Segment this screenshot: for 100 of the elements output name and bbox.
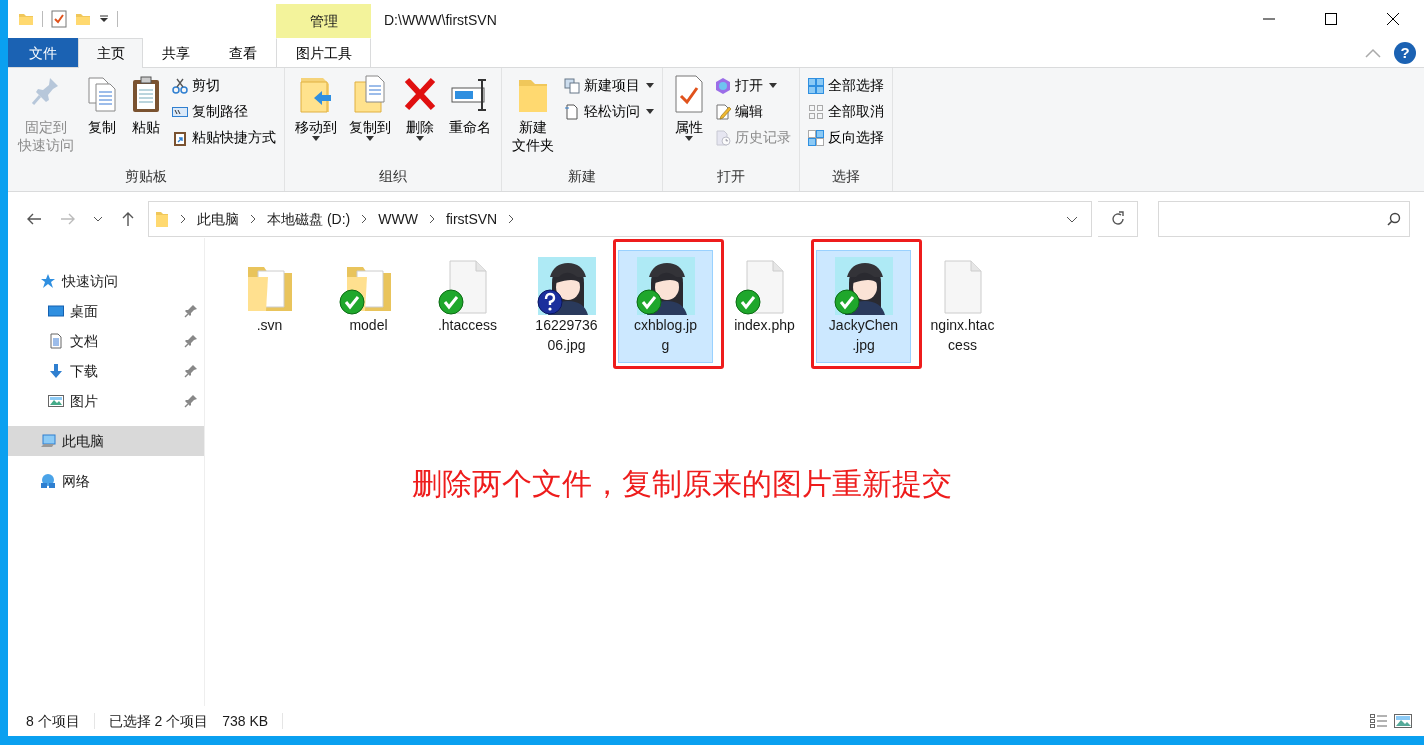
ribbon-button[interactable]: 编辑 [713,100,793,123]
ribbon-button[interactable]: 属性 [669,72,709,166]
file-name: JackyChen .jpg [828,316,899,356]
sidebar-item[interactable]: 下载 [8,356,204,386]
sidebar-item[interactable]: 快速访问 [8,266,204,296]
invert-selection-icon [808,129,824,146]
chevron-right-icon [427,214,436,224]
ribbon-button[interactable]: 新建项目 [562,74,656,97]
ribbon-button[interactable]: 重命名 [445,72,495,166]
caret-icon [312,136,320,142]
file-item[interactable]: 16229736 06.jpg [519,250,614,363]
help-button[interactable]: ? [1394,41,1416,64]
scissors-icon [172,77,188,94]
desktop-icon [48,303,64,319]
ribbon-tab[interactable]: 主页 [78,38,143,68]
caret-icon [685,136,693,142]
sidebar-item[interactable]: 网络 [8,466,204,496]
caret-icon [646,109,654,114]
status-text: 8 个项目 [26,711,80,731]
annotation-text: 删除两个文件，复制原来的图片重新提交 [412,465,953,502]
file-item[interactable]: JackyChen .jpg [816,250,911,363]
sidebar-item[interactable]: 文档 [8,326,204,356]
close-icon [1387,13,1399,25]
file-item[interactable]: .svn [222,250,317,343]
search-field[interactable] [1158,201,1410,237]
collapse-icon[interactable] [1364,46,1382,59]
refresh-button[interactable] [1098,201,1138,237]
chevron-right-icon [507,214,516,224]
status-text: 738 KB [222,711,269,731]
breadcrumb[interactable]: firstSVN [445,208,498,230]
file-name: nginx.htac cess [930,316,995,356]
open-icon [715,77,731,94]
file-name: model [349,316,388,335]
file-name: .svn [256,316,283,335]
status-text: 已选择 2 个项目 [108,711,209,731]
ribbon-tab[interactable]: 共享 [143,38,209,67]
ribbon-button[interactable]: 复制路径 [170,100,278,123]
breadcrumb[interactable]: 本地磁盘 (D:) [267,208,351,230]
clipboard-icon [130,74,162,114]
ribbon-button[interactable]: 复制 [82,72,122,166]
maximize-icon [1325,13,1337,25]
folder-icon [155,210,169,228]
file-name: index.php [734,316,795,335]
sidebar-item[interactable]: 图片 [8,386,204,416]
caret-icon [366,136,374,142]
ribbon-button[interactable]: 粘贴 [126,72,166,166]
breadcrumb[interactable]: WWW [378,208,418,230]
ribbon-button[interactable]: 剪切 [170,74,278,97]
caret-icon [769,83,777,88]
up-icon[interactable] [120,211,136,227]
ribbon-tab[interactable]: 文件 [8,38,78,67]
file-name: cxhblog.jp g [633,316,697,356]
chevron-right-icon [249,214,257,224]
minimize-icon [1263,18,1275,20]
file-item[interactable]: cxhblog.jp g [618,250,713,363]
star-icon [40,273,56,289]
ribbon-button[interactable]: 粘贴快捷方式 [170,126,278,149]
ribbon-tab[interactable]: 查看 [209,38,276,67]
download-icon [48,363,64,379]
pictures-icon [48,393,64,409]
ribbon-button[interactable]: 复制到 [345,72,395,166]
sidebar-item[interactable]: 此电脑 [8,426,204,456]
ribbon-button[interactable]: 全部取消 [806,100,886,123]
file-item[interactable]: nginx.htac cess [915,250,1010,363]
ribbon-button[interactable]: 反向选择 [806,126,886,149]
sidebar-item[interactable]: 桌面 [8,296,204,326]
file-item[interactable]: .htaccess [420,250,515,343]
file-item[interactable]: index.php [717,250,812,343]
computer-icon [40,433,56,449]
address-bar[interactable]: 此电脑 本地磁盘 (D:) WWW firstSVN [148,201,1092,237]
large-icons-view-icon[interactable] [1394,714,1412,728]
file-name: 16229736 06.jpg [535,316,598,356]
window-title: D:\WWW\firstSVN [383,11,498,30]
page-icon [564,103,580,120]
ribbon-button[interactable]: 删除 [399,72,441,166]
file-name: .htaccess [437,316,498,335]
ribbon-button[interactable]: 全部选择 [806,74,886,97]
group-label: 打开 [716,167,746,186]
chevron-right-icon [179,214,187,224]
details-view-icon[interactable] [1370,714,1388,728]
caret-icon [646,83,654,88]
ribbon-button[interactable]: 移动到 [291,72,341,166]
ribbon-button[interactable]: 新建 文件夹 [508,72,558,166]
ribbon-button[interactable]: 打开 [713,74,793,97]
chevron-right-icon [360,214,369,224]
search-icon [1387,212,1401,226]
shortcut-icon [172,129,188,146]
ribbon-tab[interactable]: 图片工具 [276,38,371,67]
file-item[interactable]: model [321,250,416,343]
breadcrumb[interactable]: 此电脑 [197,208,239,230]
back-icon[interactable] [26,211,42,227]
new-folder-icon [75,11,91,27]
group-label: 新建 [567,167,597,186]
ribbon-button[interactable]: 轻松访问 [562,100,656,123]
select-all-icon [808,77,824,94]
context-tab-header: 管理 [276,4,371,38]
refresh-icon [1109,211,1126,227]
caret-icon [99,15,109,23]
select-none-icon [808,103,824,120]
copy-icon [86,74,118,114]
